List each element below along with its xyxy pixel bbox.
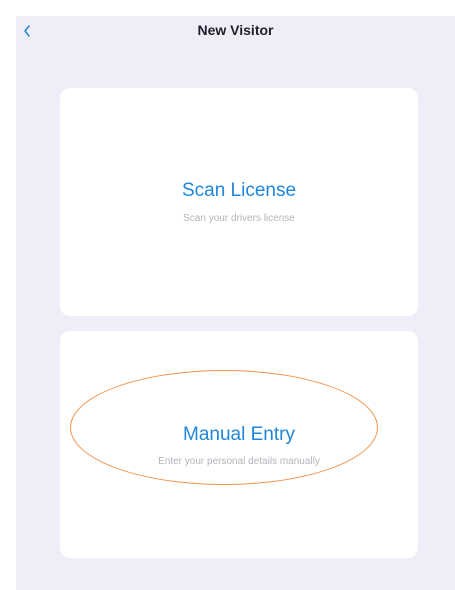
manual-entry-card[interactable]: Manual Entry Enter your personal details… [60, 331, 418, 558]
scan-license-title: Scan License [181, 180, 297, 201]
page-title: New Visitor [197, 22, 274, 38]
manual-entry-subtitle: Enter your personal details manually [158, 456, 320, 467]
manual-entry-title: Manual Entry [183, 424, 295, 445]
new-visitor-screen: New Visitor Scan License Scan your drive… [16, 16, 455, 590]
scan-license-card[interactable]: Scan License Scan your drivers license [60, 88, 418, 316]
scan-license-subtitle: Scan your drivers license [183, 213, 295, 224]
